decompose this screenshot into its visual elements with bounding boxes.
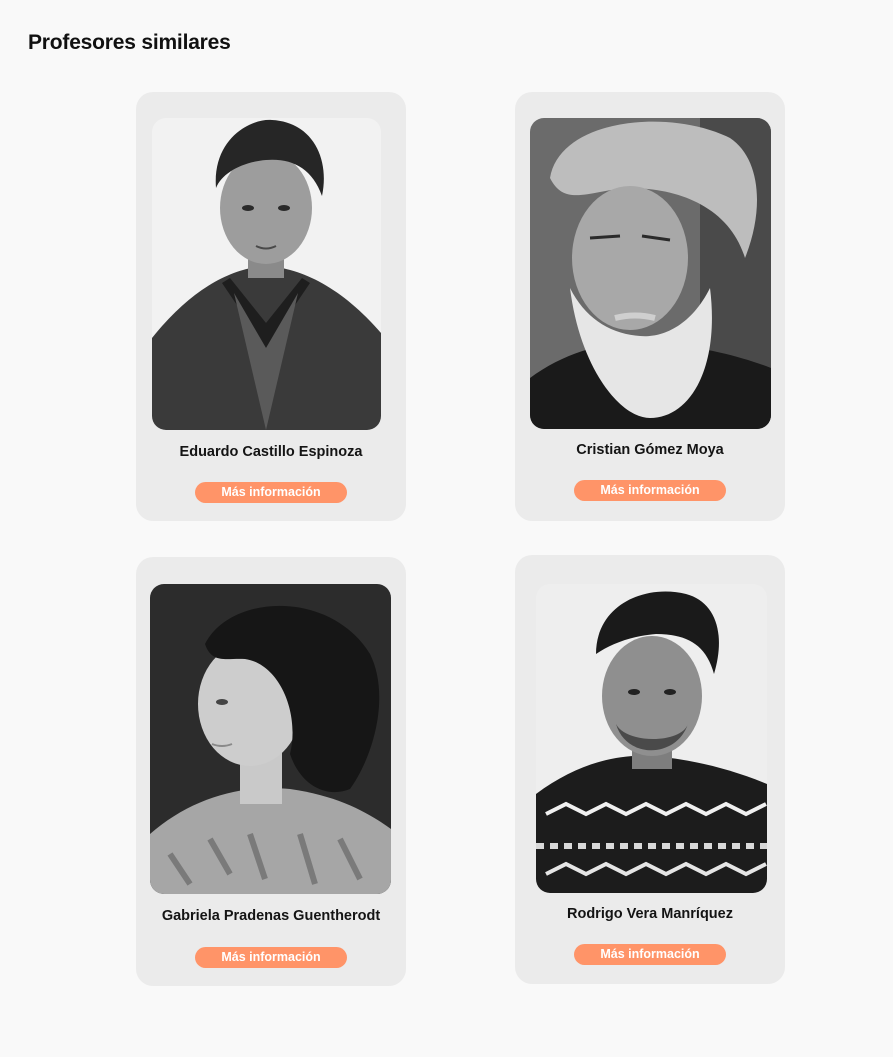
professor-photo <box>150 584 391 894</box>
professor-name: Gabriela Pradenas Guentherodt <box>161 908 381 924</box>
professor-name: Cristian Gómez Moya <box>576 442 724 458</box>
more-info-button[interactable]: Más información <box>574 480 726 501</box>
professor-photo <box>536 584 767 893</box>
professor-photo <box>530 118 771 429</box>
more-info-button[interactable]: Más información <box>195 482 347 503</box>
more-info-button[interactable]: Más información <box>574 944 726 965</box>
professor-name: Rodrigo Vera Manríquez <box>567 906 733 922</box>
professor-card: Cristian Gómez Moya Más información <box>515 92 785 521</box>
professor-name: Eduardo Castillo Espinoza <box>179 444 363 460</box>
professor-card: Eduardo Castillo Espinoza Más informació… <box>136 92 406 521</box>
section-title: Profesores similares <box>28 31 231 54</box>
more-info-button[interactable]: Más información <box>195 947 347 968</box>
professor-photo <box>152 118 381 430</box>
professor-card: Gabriela Pradenas Guentherodt Más inform… <box>136 557 406 986</box>
professor-card: Rodrigo Vera Manríquez Más información <box>515 555 785 984</box>
